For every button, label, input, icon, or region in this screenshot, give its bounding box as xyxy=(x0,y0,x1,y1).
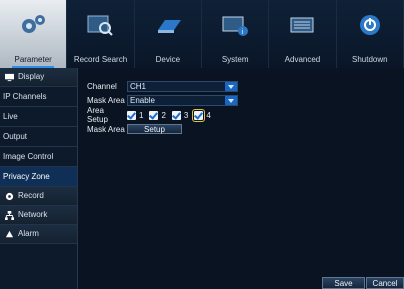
sidebar-item-display[interactable]: Display xyxy=(0,68,77,87)
tab-system[interactable]: i System xyxy=(202,0,270,68)
alarm-icon xyxy=(5,230,14,237)
sidebar-item-label: Privacy Zone xyxy=(3,172,50,181)
sidebar-item-label: Record xyxy=(18,191,44,200)
channel-value: CH1 xyxy=(130,81,147,91)
tab-label: Advanced xyxy=(284,55,321,64)
advanced-settings-icon xyxy=(290,17,314,33)
tab-parameter[interactable]: Parameter xyxy=(0,0,68,68)
tab-label: Record Search xyxy=(73,55,128,64)
area-2-checkbox[interactable] xyxy=(149,110,159,120)
hard-disk-icon xyxy=(157,20,181,33)
tab-shutdown[interactable]: Shutdown xyxy=(337,0,404,68)
tab-device[interactable]: Device xyxy=(135,0,202,68)
mask-area-label: Mask Area xyxy=(87,95,125,105)
mask-area-setup-label: Mask Area xyxy=(87,124,125,134)
sidebar-item-label: Live xyxy=(3,112,18,121)
mask-area-row: Mask Area Enable xyxy=(87,94,238,106)
cancel-button[interactable]: Cancel xyxy=(366,277,404,289)
area-3-label: 3 xyxy=(183,110,189,120)
tab-advanced[interactable]: Advanced xyxy=(269,0,337,68)
privacy-zone-panel: Channel CH1 Mask Area Enable Area Setup … xyxy=(78,68,404,289)
sidebar-item-output[interactable]: Output xyxy=(0,127,77,147)
tab-label: Shutdown xyxy=(352,55,388,64)
tab-label: Device xyxy=(155,55,181,64)
setup-button[interactable]: Setup xyxy=(127,124,182,134)
mask-area-select[interactable]: Enable xyxy=(127,94,238,106)
area-2-label: 2 xyxy=(161,110,166,120)
area-3-option[interactable]: 3 xyxy=(171,110,189,120)
area-3-checkbox[interactable] xyxy=(171,110,181,120)
tab-label: System xyxy=(221,55,249,64)
sidebar-item-live[interactable]: Live xyxy=(0,107,77,127)
area-1-option[interactable]: 1 xyxy=(127,110,144,120)
channel-select[interactable]: CH1 xyxy=(127,80,238,92)
gear-icon xyxy=(22,15,46,33)
power-icon xyxy=(359,15,380,35)
sidebar-item-ip-channels[interactable]: IP Channels xyxy=(0,87,77,107)
area-2-option[interactable]: 2 xyxy=(149,110,166,120)
area-4-checkbox[interactable] xyxy=(192,108,206,122)
sidebar: Display IP Channels Live Output Image Co… xyxy=(0,68,78,289)
sidebar-item-label: Alarm xyxy=(18,229,39,238)
mask-area-value: Enable xyxy=(130,95,155,105)
area-setup-row: Area Setup 1 2 3 4 xyxy=(87,106,217,124)
sidebar-item-privacy-zone[interactable]: Privacy Zone xyxy=(0,167,77,187)
area-setup-label: Area Setup xyxy=(87,106,108,124)
top-navigation: Parameter Record Search Device i System … xyxy=(0,0,404,69)
chevron-down-icon xyxy=(225,81,237,91)
sidebar-item-image-control[interactable]: Image Control xyxy=(0,147,77,167)
tab-label: Parameter xyxy=(14,55,52,64)
sidebar-item-label: Image Control xyxy=(3,152,54,161)
tab-record-search[interactable]: Record Search xyxy=(67,0,135,68)
area-4-label: 4 xyxy=(206,110,211,120)
sidebar-item-label: IP Channels xyxy=(3,92,47,101)
search-icon xyxy=(87,15,114,36)
channel-label: Channel xyxy=(87,81,117,91)
sidebar-item-label: Display xyxy=(18,72,45,81)
sidebar-item-network[interactable]: Network xyxy=(0,206,77,225)
chevron-down-icon xyxy=(225,95,237,105)
mask-area-setup-row: Mask Area Setup xyxy=(87,123,182,135)
sidebar-item-record[interactable]: Record xyxy=(0,187,77,206)
area-1-checkbox[interactable] xyxy=(127,110,136,120)
record-icon xyxy=(5,192,14,200)
sidebar-item-alarm[interactable]: Alarm xyxy=(0,225,77,244)
channel-row: Channel CH1 xyxy=(87,80,238,92)
area-1-label: 1 xyxy=(139,110,144,120)
save-button[interactable]: Save xyxy=(322,277,365,289)
monitor-icon xyxy=(5,73,14,81)
system-info-icon: i xyxy=(222,16,249,36)
area-4-option[interactable]: 4 xyxy=(192,108,211,122)
network-icon xyxy=(5,210,14,220)
sidebar-item-label: Network xyxy=(18,210,48,219)
sidebar-item-label: Output xyxy=(3,132,28,141)
